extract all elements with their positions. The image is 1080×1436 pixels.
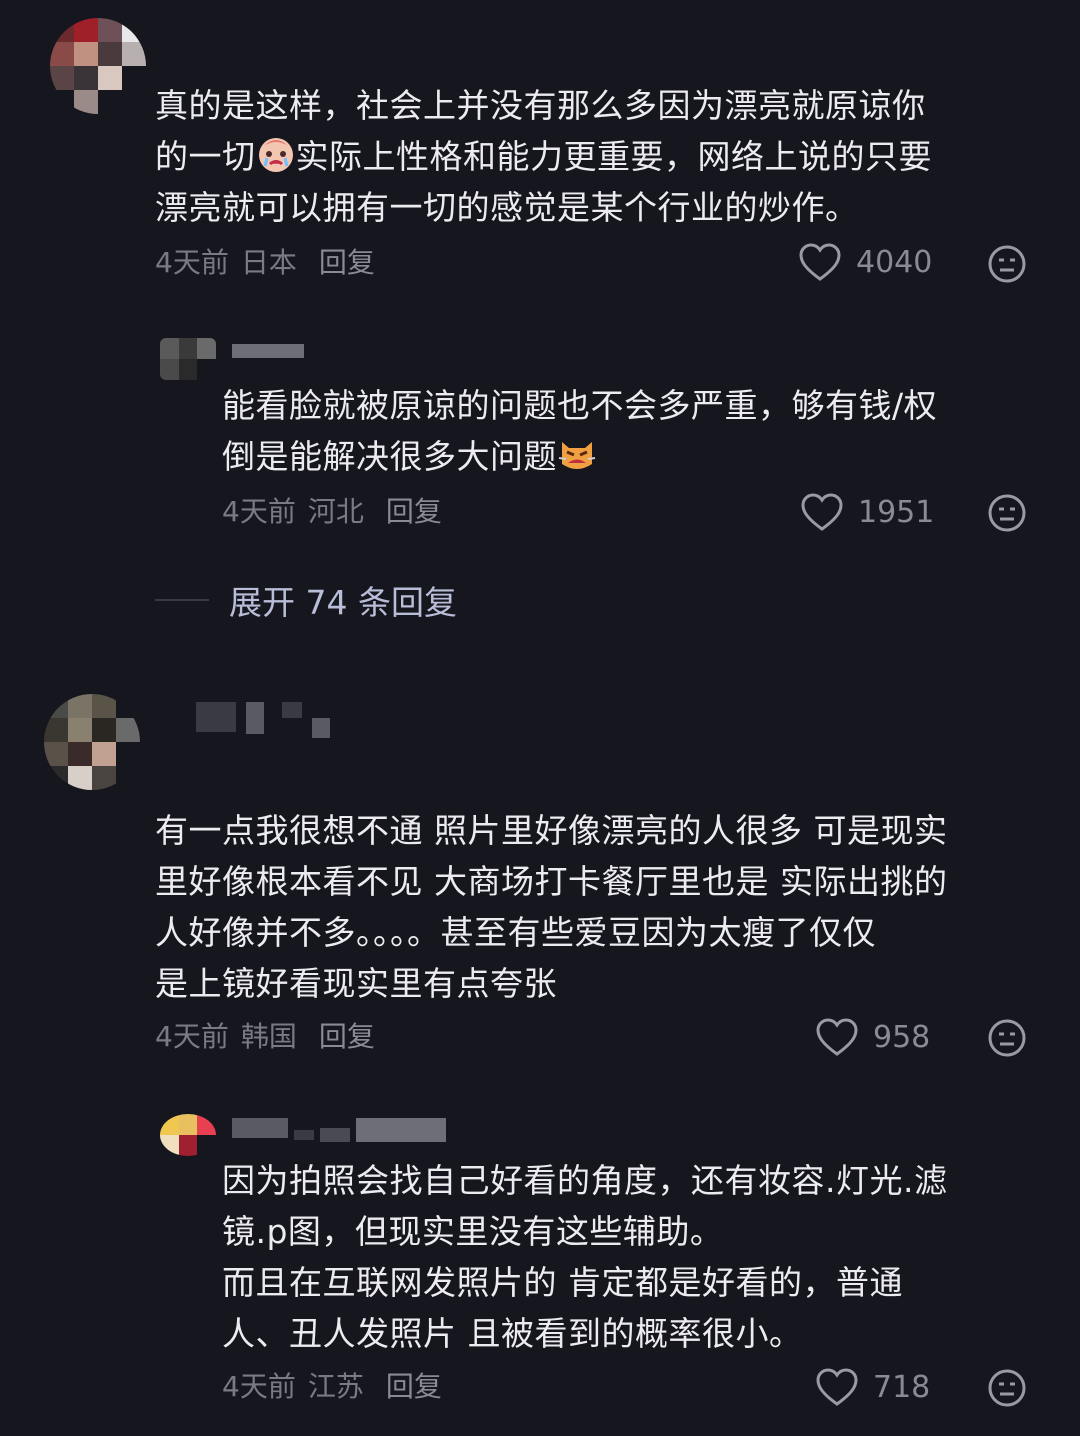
reply-meta: 4天前 河北 回复 [222,495,442,529]
comment-text: 真的是这样，社会上并没有那么多因为漂亮就原谅你 的一切 实际上性格和能力更重要，网… [155,86,932,227]
like-button[interactable]: 718 [815,1367,930,1407]
reply-username [232,1118,446,1142]
heart-outline-icon [816,1018,858,1056]
reply-location: 河北 [307,495,364,528]
heart-outline-icon [816,1368,858,1406]
username [196,702,330,738]
reply-avatar[interactable] [160,338,216,380]
heart-outline-icon [801,493,843,531]
reply-text: 能看脸就被原谅的问题也不会多严重，够有钱/权 倒是能解决很多大问题 [222,386,938,476]
like-count: 1951 [858,494,935,530]
like-button[interactable]: 4040 [798,242,932,282]
reply-button[interactable]: 回复 [386,495,442,529]
comment-meta: 4天前 韩国 回复 [155,1020,375,1054]
comment-time: 4天前 [155,1020,229,1053]
meh-face-icon[interactable] [987,493,1027,533]
like-button[interactable]: 958 [815,1017,930,1057]
reply-button[interactable]: 回复 [319,246,375,280]
comment-meta: 4天前 日本 回复 [155,246,375,280]
reply-time: 4天前 [222,495,296,528]
expand-replies-label: 展开 74 条回复 [229,583,457,622]
reply-time: 4天前 [222,1370,296,1403]
reply-meta: 4天前 江苏 回复 [222,1370,442,1404]
reply-avatar[interactable] [160,1114,216,1156]
heart-outline-icon [799,243,841,281]
like-count: 4040 [856,244,933,280]
like-count: 958 [873,1019,931,1055]
divider [155,599,209,601]
comment-text: 有一点我很想不通 照片里好像漂亮的人很多 可是现实 里好像根本看不见 大商场打卡… [155,811,948,1003]
angry-cat-emoji [557,434,597,474]
reply-username [232,344,304,358]
like-count: 718 [873,1369,931,1405]
reply-location: 江苏 [307,1370,364,1403]
meh-face-icon[interactable] [987,1368,1027,1408]
reply-text: 因为拍照会找自己好看的角度，还有妆容.灯光.滤 镜.p图，但现实里没有这些辅助。… [222,1161,948,1353]
like-button[interactable]: 1951 [800,492,934,532]
avatar[interactable] [44,694,140,790]
comment-location: 韩国 [240,1020,297,1053]
avatar[interactable] [50,18,146,114]
expand-replies-button[interactable]: 展开 74 条回复 [155,576,457,624]
comment-thread: 真的是这样，社会上并没有那么多因为漂亮就原谅你 的一切 实际上性格和能力更重要，网… [0,0,1080,1436]
reply-button[interactable]: 回复 [319,1020,375,1054]
meh-face-icon[interactable] [987,244,1027,284]
reply-button[interactable]: 回复 [386,1370,442,1404]
meh-face-icon[interactable] [987,1018,1027,1058]
comment-time: 4天前 [155,246,229,279]
crying-face-emoji [256,134,296,174]
comment-location: 日本 [240,246,297,279]
